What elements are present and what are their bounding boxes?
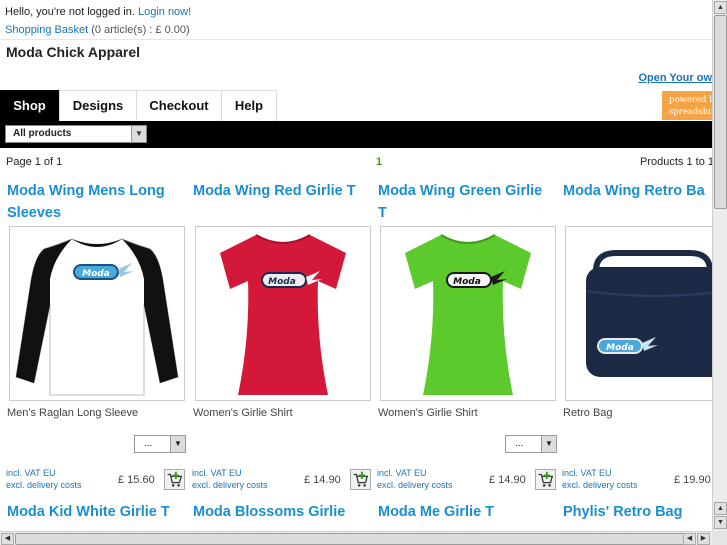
tab-help[interactable]: Help bbox=[221, 90, 277, 121]
product-title[interactable]: Moda Wing Mens Long Sleeves bbox=[7, 180, 183, 224]
site-title: Moda Chick Apparel bbox=[6, 44, 141, 60]
powered-by-line2: spreadshirt bbox=[669, 107, 712, 117]
product-card: Moda Wing Retro Ba Moda Retro Bag incl. … bbox=[556, 176, 712, 498]
chevron-down-icon: ▼ bbox=[131, 126, 146, 142]
product-title[interactable]: Moda Wing Red Girlie T bbox=[193, 180, 369, 202]
moda-logo-text: Moda bbox=[82, 269, 110, 279]
product-title[interactable]: Phylis' Retro Bag bbox=[563, 504, 682, 520]
page-number-1[interactable]: 1 bbox=[376, 156, 382, 168]
product-title[interactable]: Moda Me Girlie T bbox=[378, 504, 494, 520]
chevron-down-icon: ▼ bbox=[541, 436, 556, 452]
page-viewport: Hello, you're not logged in. Login now! … bbox=[0, 0, 712, 531]
scrollbar-corner bbox=[712, 531, 727, 545]
product-title[interactable]: Moda Wing Retro Ba bbox=[563, 180, 712, 202]
moda-logo-text: Moda bbox=[268, 277, 296, 287]
powered-by-line1: powered by bbox=[669, 95, 712, 105]
tab-shop[interactable]: Shop bbox=[0, 90, 59, 121]
tab-checkout[interactable]: Checkout bbox=[136, 90, 222, 121]
products-info: Products 1 to 1 bbox=[640, 156, 712, 168]
vat-note[interactable]: incl. VAT EU bbox=[562, 467, 638, 479]
price-notes: incl. VAT EU excl. delivery costs bbox=[192, 467, 268, 491]
vat-note[interactable]: incl. VAT EU bbox=[377, 467, 453, 479]
product-card: Moda Wing Mens Long Sleeves Moda Men's R… bbox=[0, 176, 186, 498]
vertical-scrollbar[interactable]: ▲ ▲ ▼ bbox=[712, 0, 727, 531]
size-select[interactable]: ... ▼ bbox=[134, 435, 186, 453]
pager: Page 1 of 1 1 Products 1 to 1 bbox=[0, 150, 712, 174]
page-info: Page 1 of 1 bbox=[6, 156, 63, 168]
powered-by-badge[interactable]: powered by spreadshirt bbox=[662, 91, 712, 120]
product-price: £ 15.60 bbox=[118, 474, 155, 486]
raglan-longsleeve-image: Moda bbox=[15, 238, 179, 396]
product-type: Men's Raglan Long Sleeve bbox=[7, 407, 139, 419]
product-type: Women's Girlie Shirt bbox=[193, 407, 293, 419]
arrow-up-icon[interactable]: ▲ bbox=[714, 502, 727, 515]
add-to-basket-icon bbox=[167, 471, 183, 487]
size-select-value: ... bbox=[515, 438, 524, 449]
product-title[interactable]: Moda Blossoms Girlie bbox=[193, 504, 345, 520]
add-to-basket-icon bbox=[538, 471, 554, 487]
arrow-left-icon[interactable]: ◀ bbox=[1, 533, 14, 545]
product-price: £ 19.90 bbox=[674, 474, 711, 486]
product-type: Retro Bag bbox=[563, 407, 613, 419]
product-title[interactable]: Moda Wing Green Girlie T bbox=[378, 180, 554, 224]
tab-designs[interactable]: Designs bbox=[59, 90, 137, 121]
retro-bag-image: Moda bbox=[585, 250, 712, 377]
greeting-text: Hello, you're not logged in. bbox=[5, 6, 135, 18]
arrow-right-icon[interactable]: ▶ bbox=[697, 533, 710, 545]
arrow-down-icon[interactable]: ▼ bbox=[714, 516, 727, 529]
account-bar: Hello, you're not logged in. Login now! … bbox=[0, 0, 712, 40]
moda-logo-text: Moda bbox=[606, 343, 634, 353]
moda-logo-text: Moda bbox=[453, 277, 481, 287]
vat-note[interactable]: incl. VAT EU bbox=[192, 467, 268, 479]
arrow-up-icon[interactable]: ▲ bbox=[714, 1, 727, 14]
add-to-basket-button[interactable] bbox=[535, 469, 556, 490]
product-filter-select[interactable]: All products ▼ bbox=[5, 125, 147, 143]
price-notes: incl. VAT EU excl. delivery costs bbox=[6, 467, 82, 491]
product-price: £ 14.90 bbox=[489, 474, 526, 486]
add-to-basket-icon bbox=[353, 471, 369, 487]
product-image[interactable]: Moda bbox=[565, 226, 712, 401]
red-girlie-shirt-image: Moda bbox=[220, 234, 346, 395]
filter-bar: All products ▼ bbox=[0, 121, 712, 148]
size-select-value: ... bbox=[144, 438, 153, 449]
vat-note[interactable]: incl. VAT EU bbox=[6, 467, 82, 479]
product-filter-value: All products bbox=[13, 128, 72, 139]
product-card: Moda Wing Red Girlie T Moda Women's Girl… bbox=[186, 176, 371, 498]
product-card: Moda Wing Green Girlie T Moda Women's Gi… bbox=[371, 176, 557, 498]
product-image[interactable]: Moda bbox=[9, 226, 185, 401]
basket-summary: (0 article(s) : £ 0.00) bbox=[91, 24, 190, 36]
add-to-basket-button[interactable] bbox=[350, 469, 371, 490]
horizontal-scroll-thumb[interactable] bbox=[15, 533, 696, 545]
product-title[interactable]: Moda Kid White Girlie T bbox=[7, 504, 170, 520]
green-girlie-shirt-image: Moda bbox=[405, 234, 531, 395]
product-image[interactable]: Moda bbox=[195, 226, 371, 401]
horizontal-scrollbar[interactable]: ◀ ◀ ▶ bbox=[0, 531, 712, 545]
product-type: Women's Girlie Shirt bbox=[378, 407, 478, 419]
product-image[interactable]: Moda bbox=[380, 226, 556, 401]
delivery-note[interactable]: excl. delivery costs bbox=[6, 479, 82, 491]
main-nav: Shop Designs Checkout Help powered by sp… bbox=[0, 90, 712, 121]
delivery-note[interactable]: excl. delivery costs bbox=[192, 479, 268, 491]
add-to-basket-button[interactable] bbox=[164, 469, 185, 490]
open-your-own-shop-link[interactable]: Open Your ow bbox=[638, 72, 712, 84]
delivery-note[interactable]: excl. delivery costs bbox=[562, 479, 638, 491]
chevron-down-icon: ▼ bbox=[170, 436, 185, 452]
delivery-note[interactable]: excl. delivery costs bbox=[377, 479, 453, 491]
shopping-basket-link[interactable]: Shopping Basket bbox=[5, 24, 88, 36]
size-select[interactable]: ... ▼ bbox=[505, 435, 557, 453]
arrow-left-icon[interactable]: ◀ bbox=[683, 533, 696, 545]
login-link[interactable]: Login now! bbox=[138, 6, 191, 18]
price-notes: incl. VAT EU excl. delivery costs bbox=[562, 467, 638, 491]
vertical-scroll-thumb[interactable] bbox=[714, 15, 727, 209]
product-price: £ 14.90 bbox=[304, 474, 341, 486]
price-notes: incl. VAT EU excl. delivery costs bbox=[377, 467, 453, 491]
